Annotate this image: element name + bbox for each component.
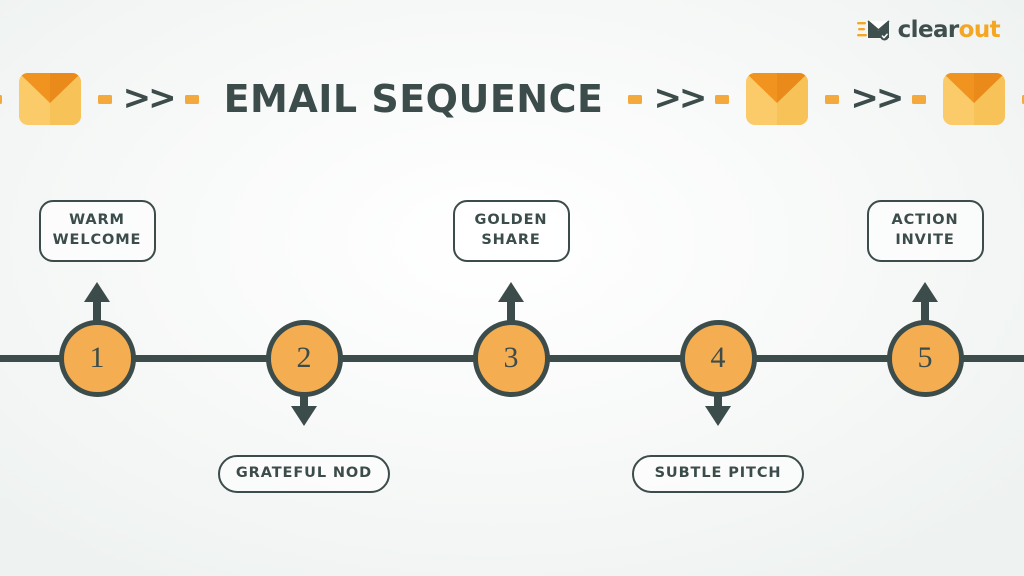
step-label-3-line1: GOLDEN: [474, 212, 548, 229]
dash-icon: [184, 94, 199, 104]
timeline-node-4[interactable]: 4: [679, 320, 757, 397]
timeline-node-1-number: 1: [89, 341, 105, 374]
step-label-2-line1: GRATEFUL NOD: [235, 465, 373, 482]
timeline-node-3[interactable]: 3: [472, 320, 550, 397]
dash-icon: [628, 94, 643, 104]
timeline-node-5[interactable]: 5: [886, 320, 964, 397]
envelope-icon: [746, 73, 809, 125]
dash-icon: [825, 94, 840, 104]
timeline-node-4-number: 4: [710, 341, 726, 374]
step-label-3-line2: SHARE: [481, 232, 541, 248]
dash-icon: [912, 94, 927, 104]
envelope-icon: [18, 73, 81, 125]
envelope-icon: [943, 73, 1006, 125]
step-label-1-line2: WELCOME: [52, 232, 142, 248]
dash-icon: [715, 94, 730, 104]
brand-wordmark: clearout: [897, 16, 1001, 43]
dash-icon: [0, 94, 2, 104]
brand-name-part-1: clear: [897, 16, 960, 43]
step-label-4: SUBTLE PITCH: [632, 455, 804, 493]
infographic-canvas: clearout >> >> EMAIL SEQUENCE >> >> >>: [0, 0, 1024, 576]
timeline-node-2[interactable]: 2: [265, 320, 343, 397]
step-label-3: GOLDEN SHARE: [452, 200, 570, 262]
step-label-5: ACTION INVITE: [866, 200, 984, 262]
clearout-logo: clearout: [856, 16, 1001, 43]
chevron-right-double-icon: >>: [653, 77, 707, 118]
timeline-node-1[interactable]: 1: [58, 320, 136, 397]
brand-name-part-2: out: [958, 16, 1001, 43]
timeline-node-2-number: 2: [296, 341, 312, 374]
chevron-right-double-icon: >>: [850, 77, 904, 118]
page-title: EMAIL SEQUENCE: [223, 77, 604, 121]
dash-icon: [97, 94, 112, 104]
header-decor-strip: >> >> EMAIL SEQUENCE >> >> >>: [0, 66, 1024, 132]
step-label-1: WARM WELCOME: [38, 200, 156, 262]
step-label-1-line1: WARM: [69, 212, 125, 229]
step-label-2: GRATEFUL NOD: [218, 455, 390, 493]
timeline-node-5-number: 5: [917, 341, 933, 374]
timeline-node-3-number: 3: [503, 341, 519, 374]
step-label-4-line1: SUBTLE PITCH: [654, 465, 782, 482]
envelope-speed-icon: [856, 18, 891, 42]
chevron-right-double-icon: >>: [122, 77, 177, 118]
step-label-5-line1: ACTION: [891, 212, 959, 229]
step-label-5-line2: INVITE: [895, 232, 955, 248]
